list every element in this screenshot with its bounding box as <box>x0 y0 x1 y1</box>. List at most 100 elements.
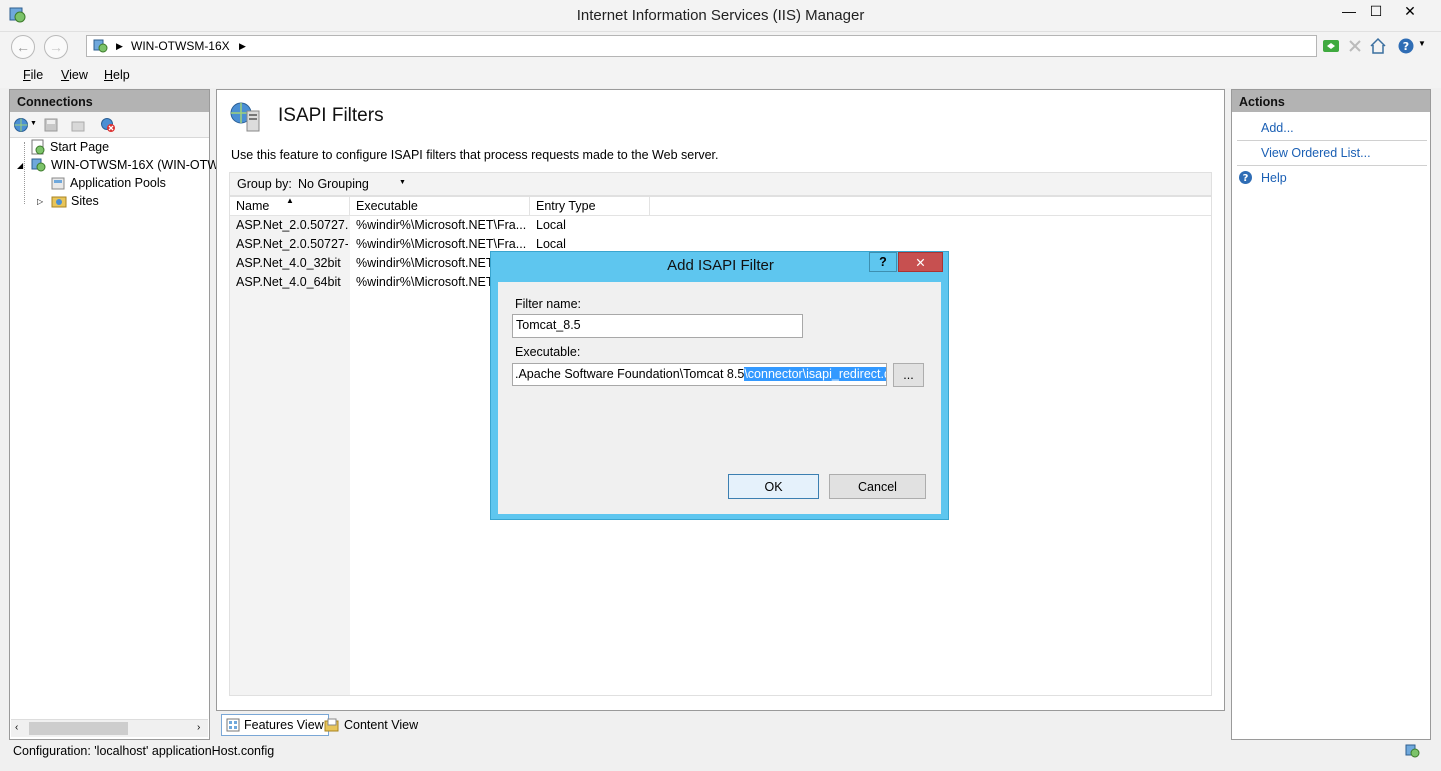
chevron-down-icon: ▼ <box>399 179 406 186</box>
status-text: Configuration: 'localhost' applicationHo… <box>13 744 275 758</box>
actions-separator <box>1237 140 1427 141</box>
expand-arrow-icon[interactable]: ▷ <box>37 197 47 206</box>
connections-header: Connections <box>10 90 209 112</box>
feature-description: Use this feature to configure ISAPI filt… <box>231 148 719 162</box>
table-row[interactable]: ASP.Net_2.0.50727.0 %windir%\Microsoft.N… <box>230 218 1211 236</box>
filter-name-input[interactable]: Tomcat_8.5 <box>512 314 803 338</box>
close-window-button[interactable]: ✕ <box>1392 0 1428 22</box>
actions-separator <box>1237 165 1427 166</box>
dialog-body: Filter name: Tomcat_8.5 Executable: .Apa… <box>498 282 941 514</box>
tree-start-page-label: Start Page <box>50 140 110 154</box>
save-icon[interactable] <box>43 117 59 133</box>
scroll-right-icon[interactable]: › <box>197 722 200 733</box>
tree-app-pools-label: Application Pools <box>70 176 166 190</box>
forward-arrow-icon: → <box>49 39 63 55</box>
server-icon <box>93 39 108 53</box>
maximize-button[interactable]: ☐ <box>1358 0 1394 22</box>
page-title: ISAPI Filters <box>278 105 384 126</box>
tree-application-pools[interactable]: Application Pools <box>50 175 166 191</box>
address-bar[interactable]: ▶ WIN-OTWSM-16X ▶ <box>86 35 1317 57</box>
cell-executable: %windir%\Microsoft.NET\Fra... <box>356 237 526 251</box>
browse-button[interactable]: ... <box>893 363 924 387</box>
tab-features-view-label: Features View <box>244 718 324 732</box>
content-view-icon <box>324 718 339 732</box>
server-icon <box>31 158 46 172</box>
menu-file[interactable]: File <box>23 68 43 82</box>
executable-input[interactable]: .Apache Software Foundation\Tomcat 8.5\c… <box>512 363 887 386</box>
column-header-executable[interactable]: Executable <box>350 197 530 215</box>
window-title: Internet Information Services (IIS) Mana… <box>576 7 865 24</box>
svg-text:?: ? <box>1243 173 1249 184</box>
forward-button[interactable]: → <box>44 35 68 59</box>
start-page-icon <box>31 139 45 155</box>
disconnect-icon[interactable] <box>100 117 116 133</box>
executable-label: Executable: <box>515 345 581 359</box>
column-name-label: Name <box>236 199 270 213</box>
isapi-filters-icon <box>230 102 260 132</box>
connect-globe-icon[interactable] <box>13 117 29 133</box>
status-bar: Configuration: 'localhost' applicationHo… <box>0 740 1441 771</box>
tree-sites[interactable]: ▷ Sites <box>37 193 99 209</box>
scroll-left-icon[interactable]: ‹ <box>15 722 18 733</box>
connections-toolbar: ▼ <box>10 112 209 138</box>
scroll-thumb[interactable] <box>29 722 128 735</box>
cell-executable: %windir%\Microsoft.NET\Fra... <box>356 218 526 232</box>
view-tabs: Features View Content View <box>216 712 1225 738</box>
home-icon[interactable] <box>1369 37 1387 55</box>
menu-file-accel: F <box>23 68 31 82</box>
cell-entry-type: Local <box>536 218 566 232</box>
up-folder-icon[interactable] <box>70 117 86 133</box>
title-bar: Internet Information Services (IIS) Mana… <box>0 0 1441 32</box>
tree-server[interactable]: ◢ WIN-OTWSM-16X (WIN-OTW <box>17 157 219 173</box>
tab-features-view[interactable]: Features View <box>221 714 329 736</box>
collapse-arrow-icon[interactable]: ◢ <box>17 161 27 170</box>
tree-line <box>24 142 25 204</box>
action-help-link[interactable]: Help <box>1261 171 1287 185</box>
connections-panel: Connections ▼ Start Page ◢ WIN-OTWSM-16X… <box>9 89 219 740</box>
help-icon[interactable]: ? <box>1397 37 1415 55</box>
action-add-link[interactable]: Add... <box>1261 121 1294 135</box>
breadcrumb-arrow-icon[interactable]: ▶ <box>239 41 246 52</box>
add-isapi-filter-dialog: Add ISAPI Filter ? ✕ Filter name: Tomcat… <box>490 251 949 520</box>
cancel-button[interactable]: Cancel <box>829 474 926 499</box>
connect-dropdown-icon[interactable]: ▼ <box>30 120 37 127</box>
stop-icon[interactable] <box>1346 37 1364 55</box>
group-by-value: No Grouping <box>298 177 369 191</box>
help-dropdown-icon[interactable]: ▼ <box>1418 39 1426 48</box>
breadcrumb-arrow-icon[interactable]: ▶ <box>116 41 123 52</box>
features-view-icon <box>226 718 240 732</box>
svg-text:?: ? <box>1403 40 1409 53</box>
horizontal-scrollbar[interactable]: ‹ › <box>11 719 208 737</box>
actions-header: Actions <box>1232 90 1430 112</box>
column-header-name[interactable]: Name ▲ <box>230 196 350 215</box>
group-by-label: Group by: <box>237 177 292 191</box>
ok-button[interactable]: OK <box>728 474 819 499</box>
menu-help-label: elp <box>113 68 130 82</box>
menu-bar: File View Help <box>0 62 1441 88</box>
header-divider <box>230 215 1211 216</box>
tree-sites-label: Sites <box>71 194 99 208</box>
tree-server-label: WIN-OTWSM-16X (WIN-OTW <box>51 158 220 172</box>
refresh-icon[interactable] <box>1322 37 1340 55</box>
server-status-icon <box>1405 744 1420 758</box>
tree-start-page[interactable]: Start Page <box>30 139 109 155</box>
menu-help[interactable]: Help <box>104 68 130 82</box>
menu-view-accel: V <box>61 68 70 82</box>
cell-name: ASP.Net_4.0_64bit <box>236 275 341 289</box>
cell-name: ASP.Net_2.0.50727.0 <box>236 218 348 232</box>
dialog-help-button[interactable]: ? <box>869 252 897 272</box>
menu-view[interactable]: View <box>61 68 88 82</box>
executable-text: .Apache Software Foundation\Tomcat 8.5 <box>515 367 745 381</box>
actions-panel: Actions Add... View Ordered List... ? He… <box>1231 89 1431 740</box>
dialog-close-button[interactable]: ✕ <box>898 252 943 272</box>
cell-entry-type: Local <box>536 237 566 251</box>
tab-content-view[interactable]: Content View <box>320 714 422 736</box>
breadcrumb-server[interactable]: WIN-OTWSM-16X <box>131 39 230 53</box>
action-view-ordered-list-link[interactable]: View Ordered List... <box>1261 146 1371 160</box>
back-arrow-icon: ← <box>16 39 30 55</box>
group-by-select[interactable]: No Grouping ▼ <box>294 174 408 194</box>
help-icon: ? <box>1239 171 1252 184</box>
back-button[interactable]: ← <box>11 35 35 59</box>
group-by-bar: Group by: No Grouping ▼ <box>229 172 1212 196</box>
column-header-entry-type[interactable]: Entry Type <box>530 197 650 215</box>
